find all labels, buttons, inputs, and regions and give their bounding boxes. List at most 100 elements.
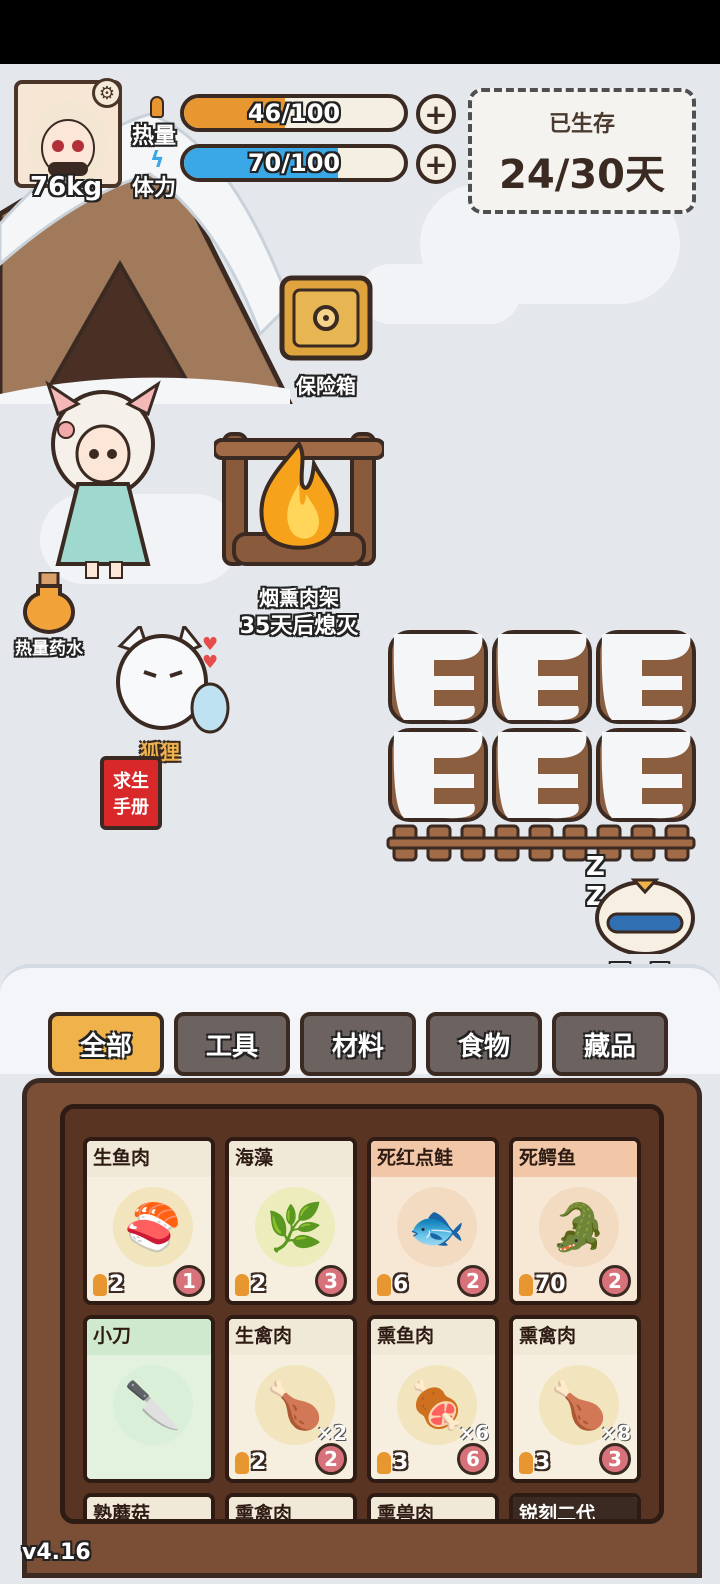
tab-tools[interactable]: 工具 (174, 1012, 290, 1076)
calorie-icon (377, 1452, 391, 1474)
seaweed-icon: 🌿 (266, 1200, 324, 1254)
inventory-item-card[interactable]: 熏禽肉 🍗 ×8 3 3 (509, 1315, 641, 1483)
calorie-icon (93, 1274, 107, 1296)
item-name: 生鱼肉 (87, 1141, 211, 1177)
calorie-icon (519, 1274, 533, 1296)
item-name: 小刀 (87, 1319, 211, 1355)
safe-icon (279, 275, 373, 361)
item-calories-value: 2 (109, 1272, 125, 1297)
stamina-bar-text: 70/100 (247, 149, 341, 177)
item-body: 🍖 ×6 3 6 (371, 1355, 495, 1479)
campfire-icon (212, 432, 386, 566)
smoker-status: 35天后熄灭 (239, 614, 359, 639)
smoker-label: 烟熏肉架 (259, 586, 339, 610)
inventory-item-card-partial[interactable]: 熏禽肉 (225, 1493, 357, 1519)
item-name: 熏禽肉 (513, 1319, 637, 1355)
item-calories: 70 (519, 1272, 566, 1297)
character-girl[interactable] (38, 374, 168, 584)
stamina-bar: 70/100 (180, 144, 408, 182)
item-calories-value: 2 (251, 1272, 267, 1297)
item-body: 🔪 (87, 1355, 211, 1479)
fox-pet[interactable]: ♥ ♥ 狐狸 (110, 622, 230, 766)
inventory-item-card[interactable]: 死红点鲑 🐟 6 2 (367, 1137, 499, 1305)
item-name: 生禽肉 (229, 1319, 353, 1355)
item-count: ×8 (600, 1421, 631, 1445)
add-stamina-button[interactable]: + (416, 144, 456, 184)
item-calories: 6 (377, 1272, 408, 1297)
heart-icon: ♥ ♥ (202, 634, 219, 673)
tab-collectibles[interactable]: 藏品 (552, 1012, 668, 1076)
item-spoil-days: 3 (599, 1443, 631, 1475)
inventory-item-card[interactable]: 生鱼肉 🍣 2 1 (83, 1137, 215, 1305)
item-calories-value: 3 (535, 1450, 551, 1475)
safe[interactable]: 保险箱 (276, 274, 376, 404)
item-name: 熏鱼肉 (371, 1319, 495, 1355)
item-spoil-days: 6 (457, 1443, 489, 1475)
item-name: 熏禽肉 (229, 1497, 353, 1519)
inventory-item-card-partial[interactable]: 熏兽肉 (367, 1493, 499, 1519)
item-body: 🍗 ×2 2 2 (229, 1355, 353, 1479)
potion-icon (22, 570, 76, 635)
item-count: ×6 (458, 1421, 489, 1445)
tab-all[interactable]: 全部 (48, 1012, 164, 1076)
calorie-icon (235, 1274, 249, 1296)
manual-label-line1: 求生 (113, 771, 149, 792)
heat-bar: 46/100 (180, 94, 408, 132)
inventory-item-card[interactable]: 熏鱼肉 🍖 ×6 3 6 (367, 1315, 499, 1483)
player-weight: 76kg (30, 172, 103, 202)
inventory-item-card[interactable]: 死鳄鱼 🐊 70 2 (509, 1137, 641, 1305)
potion-label: 热量药水 (15, 639, 83, 659)
item-calories: 2 (235, 1450, 266, 1475)
item-calories: 2 (93, 1272, 124, 1297)
item-body: 🍣 2 1 (87, 1177, 211, 1301)
stamina-icon: ϟ (150, 148, 165, 173)
inventory-item-card-partial[interactable]: 锐刻二代 (509, 1493, 641, 1519)
tab-materials[interactable]: 材料 (300, 1012, 416, 1076)
crop-field[interactable] (384, 630, 704, 870)
sleeping-girl-icon (595, 878, 695, 954)
item-name: 死鳄鱼 (513, 1141, 637, 1177)
calorie-icon (235, 1452, 249, 1474)
calorie-icon (519, 1452, 533, 1474)
manual-label-line2: 手册 (113, 797, 149, 818)
item-body: 🐊 70 2 (513, 1177, 637, 1301)
settings-gear-icon[interactable]: ⚙ (92, 78, 122, 108)
item-name: 死红点鲑 (371, 1141, 495, 1177)
item-calories-value: 2 (251, 1450, 267, 1475)
calorie-icon (377, 1274, 391, 1296)
inventory-item-card[interactable]: 小刀 🔪 (83, 1315, 215, 1483)
stamina-label: 体力 (132, 176, 177, 201)
item-spoil-days: 3 (315, 1265, 347, 1297)
item-calories-value: 70 (535, 1272, 566, 1297)
heat-icon (150, 96, 164, 118)
survival-manual[interactable]: 求生 手册 (100, 756, 162, 830)
item-spoil-days: 2 (599, 1265, 631, 1297)
survive-days: 24/30天 (499, 152, 665, 198)
item-calories: 2 (235, 1272, 266, 1297)
dead-fish-icon: 🐟 (408, 1200, 466, 1254)
item-spoil-days: 1 (173, 1265, 205, 1297)
item-name: 海藻 (229, 1141, 353, 1177)
inventory-item-card[interactable]: 生禽肉 🍗 ×2 2 2 (225, 1315, 357, 1483)
item-count: ×2 (316, 1421, 347, 1445)
item-spoil-days: 2 (457, 1265, 489, 1297)
smoker-rack[interactable]: 烟熏肉架 35天后熄灭 (212, 404, 386, 644)
item-calories-value: 6 (393, 1272, 409, 1297)
add-heat-button[interactable]: + (416, 94, 456, 134)
tab-food[interactable]: 食物 (426, 1012, 542, 1076)
heat-potion[interactable]: 热量药水 (4, 570, 94, 662)
inventory-grid: 生鱼肉 🍣 2 1 海藻 🌿 2 3 死红点鲑 🐟 6 2 死鳄鱼 🐊 70 2 小刀 🔪 生禽肉 🍗 ×2 2 2 熏鱼肉 🍖… (60, 1104, 664, 1524)
item-name: 熏兽肉 (371, 1497, 495, 1519)
item-spoil-days: 2 (315, 1443, 347, 1475)
item-body: 🐟 6 2 (371, 1177, 495, 1301)
inventory-item-card[interactable]: 海藻 🌿 2 3 (225, 1137, 357, 1305)
survive-label: 已生存 (548, 112, 615, 137)
survival-days-board: 已生存 24/30天 (468, 88, 696, 214)
inventory-tabs: 全部 工具 材料 食物 藏品 (48, 1012, 678, 1078)
heat-bar-text: 46/100 (247, 99, 341, 127)
salmon-steak-icon: 🍣 (124, 1200, 182, 1254)
item-name: 锐刻二代 (513, 1497, 637, 1519)
dead-crocodile-icon: 🐊 (550, 1200, 608, 1254)
inventory-item-card-partial[interactable]: 熟蘑菇 (83, 1493, 215, 1519)
item-calories: 3 (377, 1450, 408, 1475)
